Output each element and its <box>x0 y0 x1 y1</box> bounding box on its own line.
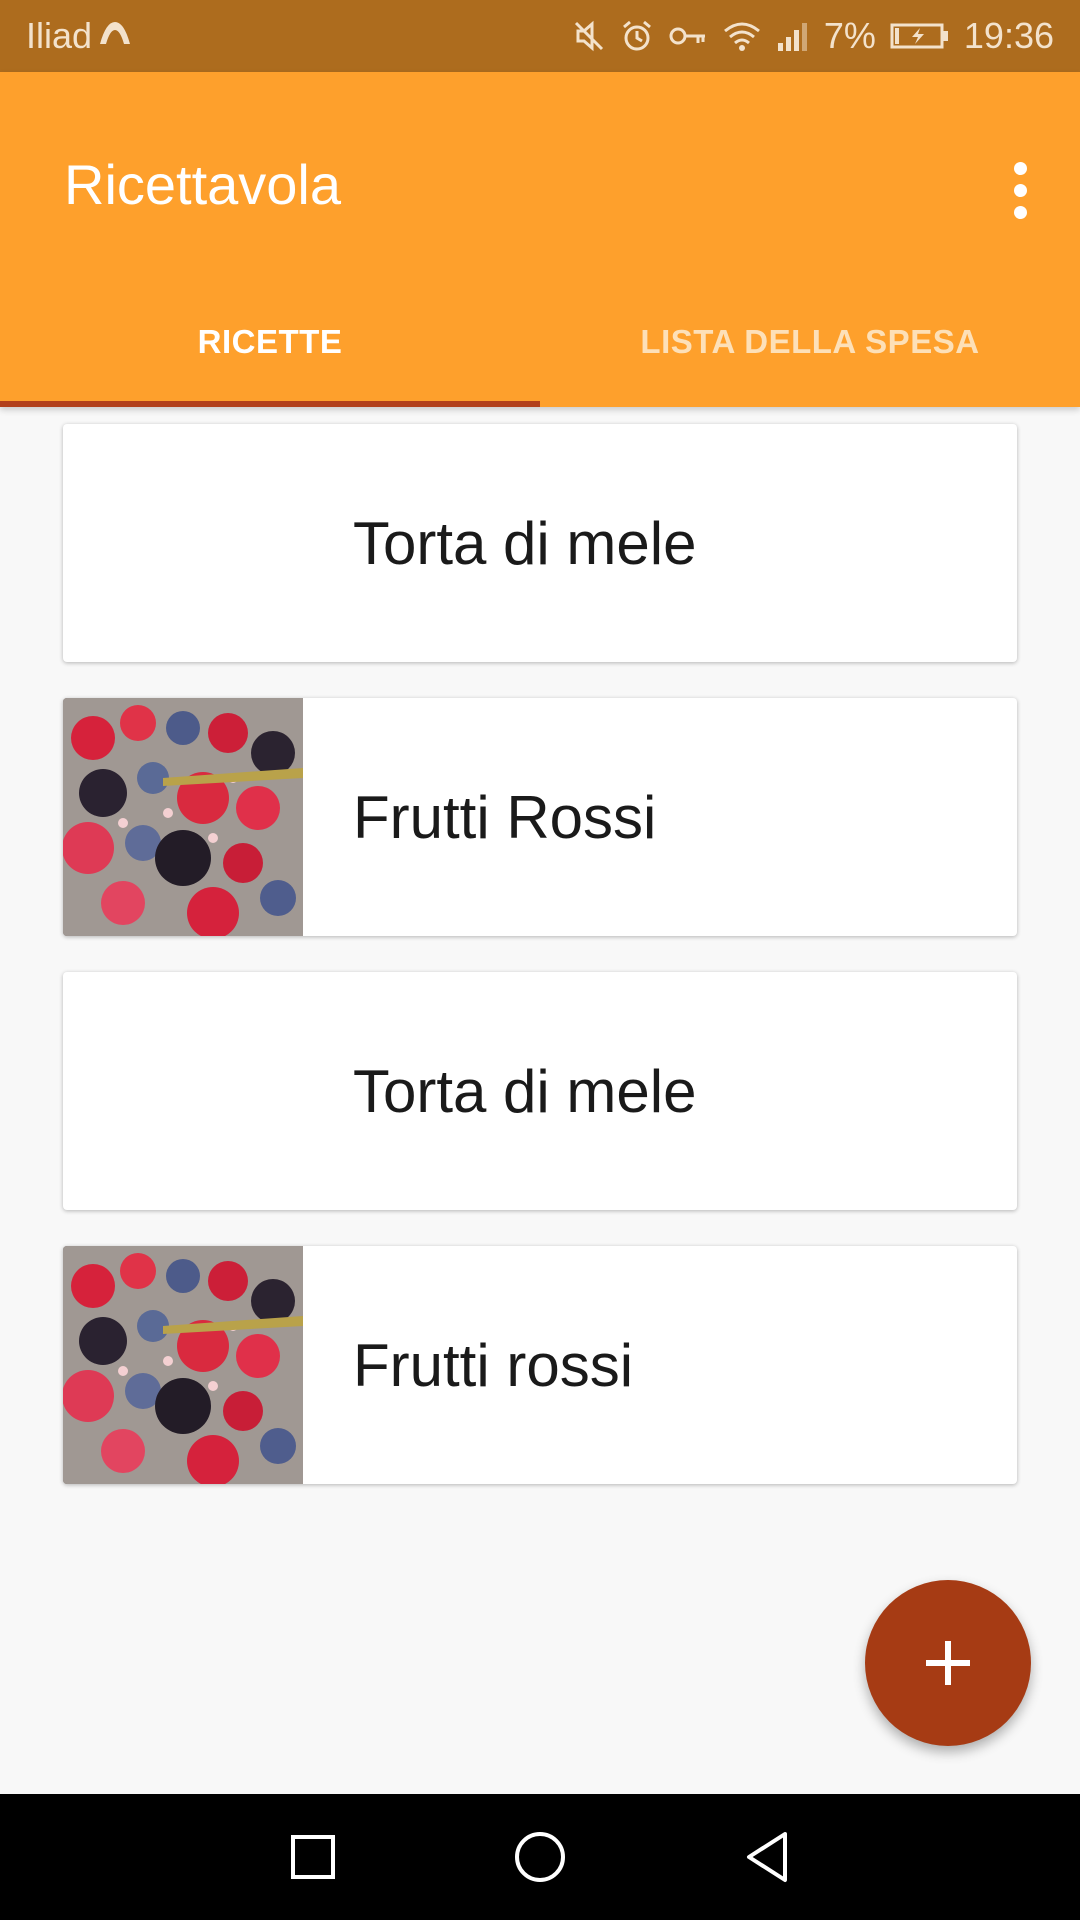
recipe-card[interactable]: Torta di mele <box>63 424 1017 662</box>
recipe-list: Torta di mele Frutti Rossi Torta di mele… <box>63 424 1017 1520</box>
vpn-key-icon <box>668 19 708 53</box>
mute-icon <box>572 19 606 53</box>
recipe-title: Torta di mele <box>353 509 697 577</box>
app-bar: Ricettavola RICETTE LISTA DELLA SPESA <box>0 72 1080 407</box>
recipe-thumbnail <box>63 698 303 936</box>
app-title: Ricettavola <box>64 153 342 216</box>
back-triangle-icon <box>746 1832 787 1882</box>
more-vert-icon <box>1013 161 1027 175</box>
alarm-icon <box>620 19 654 53</box>
recipe-title: Torta di mele <box>353 1057 697 1125</box>
battery-charging-icon <box>890 19 950 53</box>
status-bar: Iliad 7% 19:36 <box>0 0 1080 72</box>
recipe-thumbnail <box>63 1246 303 1484</box>
add-recipe-button[interactable] <box>865 1580 1031 1746</box>
home-circle-icon <box>514 1832 565 1882</box>
recipe-card[interactable]: Frutti rossi <box>63 1246 1017 1484</box>
tab-lista-della-spesa[interactable]: LISTA DELLA SPESA <box>540 277 1080 407</box>
more-options-button[interactable] <box>996 150 1044 230</box>
tab-bar: RICETTE LISTA DELLA SPESA <box>0 277 1080 407</box>
recipe-card[interactable]: Torta di mele <box>63 972 1017 1210</box>
recents-button[interactable] <box>273 1817 353 1897</box>
wifi-icon <box>722 19 762 53</box>
status-icons: 7% 19:36 <box>572 15 1054 57</box>
battery-percent: 7% <box>823 15 876 56</box>
plus-icon <box>926 1641 970 1685</box>
recipe-card[interactable]: Frutti Rossi <box>63 698 1017 936</box>
recipe-title: Frutti Rossi <box>353 783 657 851</box>
navigation-bar <box>0 1794 1080 1920</box>
recipe-title: Frutti rossi <box>353 1331 634 1399</box>
tab-ricette[interactable]: RICETTE <box>0 277 540 407</box>
tab-indicator <box>0 401 540 407</box>
status-left: Iliad <box>26 15 132 57</box>
clock-time: 19:36 <box>963 15 1054 56</box>
recents-square-icon <box>291 1835 336 1879</box>
home-button[interactable] <box>500 1817 580 1897</box>
back-button[interactable] <box>727 1817 807 1897</box>
carrier-name: Iliad <box>26 15 93 56</box>
signal-icon <box>776 19 810 53</box>
carrier-logo-icon <box>98 15 132 57</box>
